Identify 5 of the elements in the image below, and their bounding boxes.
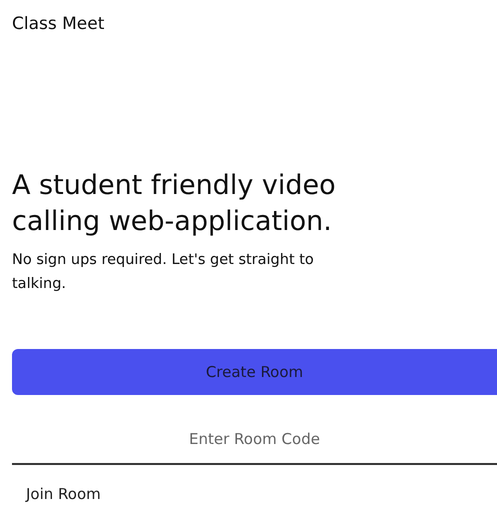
room-code-field[interactable]: Enter Room Code — [12, 415, 497, 465]
join-room-button[interactable]: Join Room — [26, 485, 101, 503]
hero-title: A student friendly video calling web-application. — [12, 169, 337, 239]
app-name: Class Meet — [12, 13, 106, 36]
hero-subtitle: No sign ups required. Let's get straight to talking. — [12, 251, 315, 294]
